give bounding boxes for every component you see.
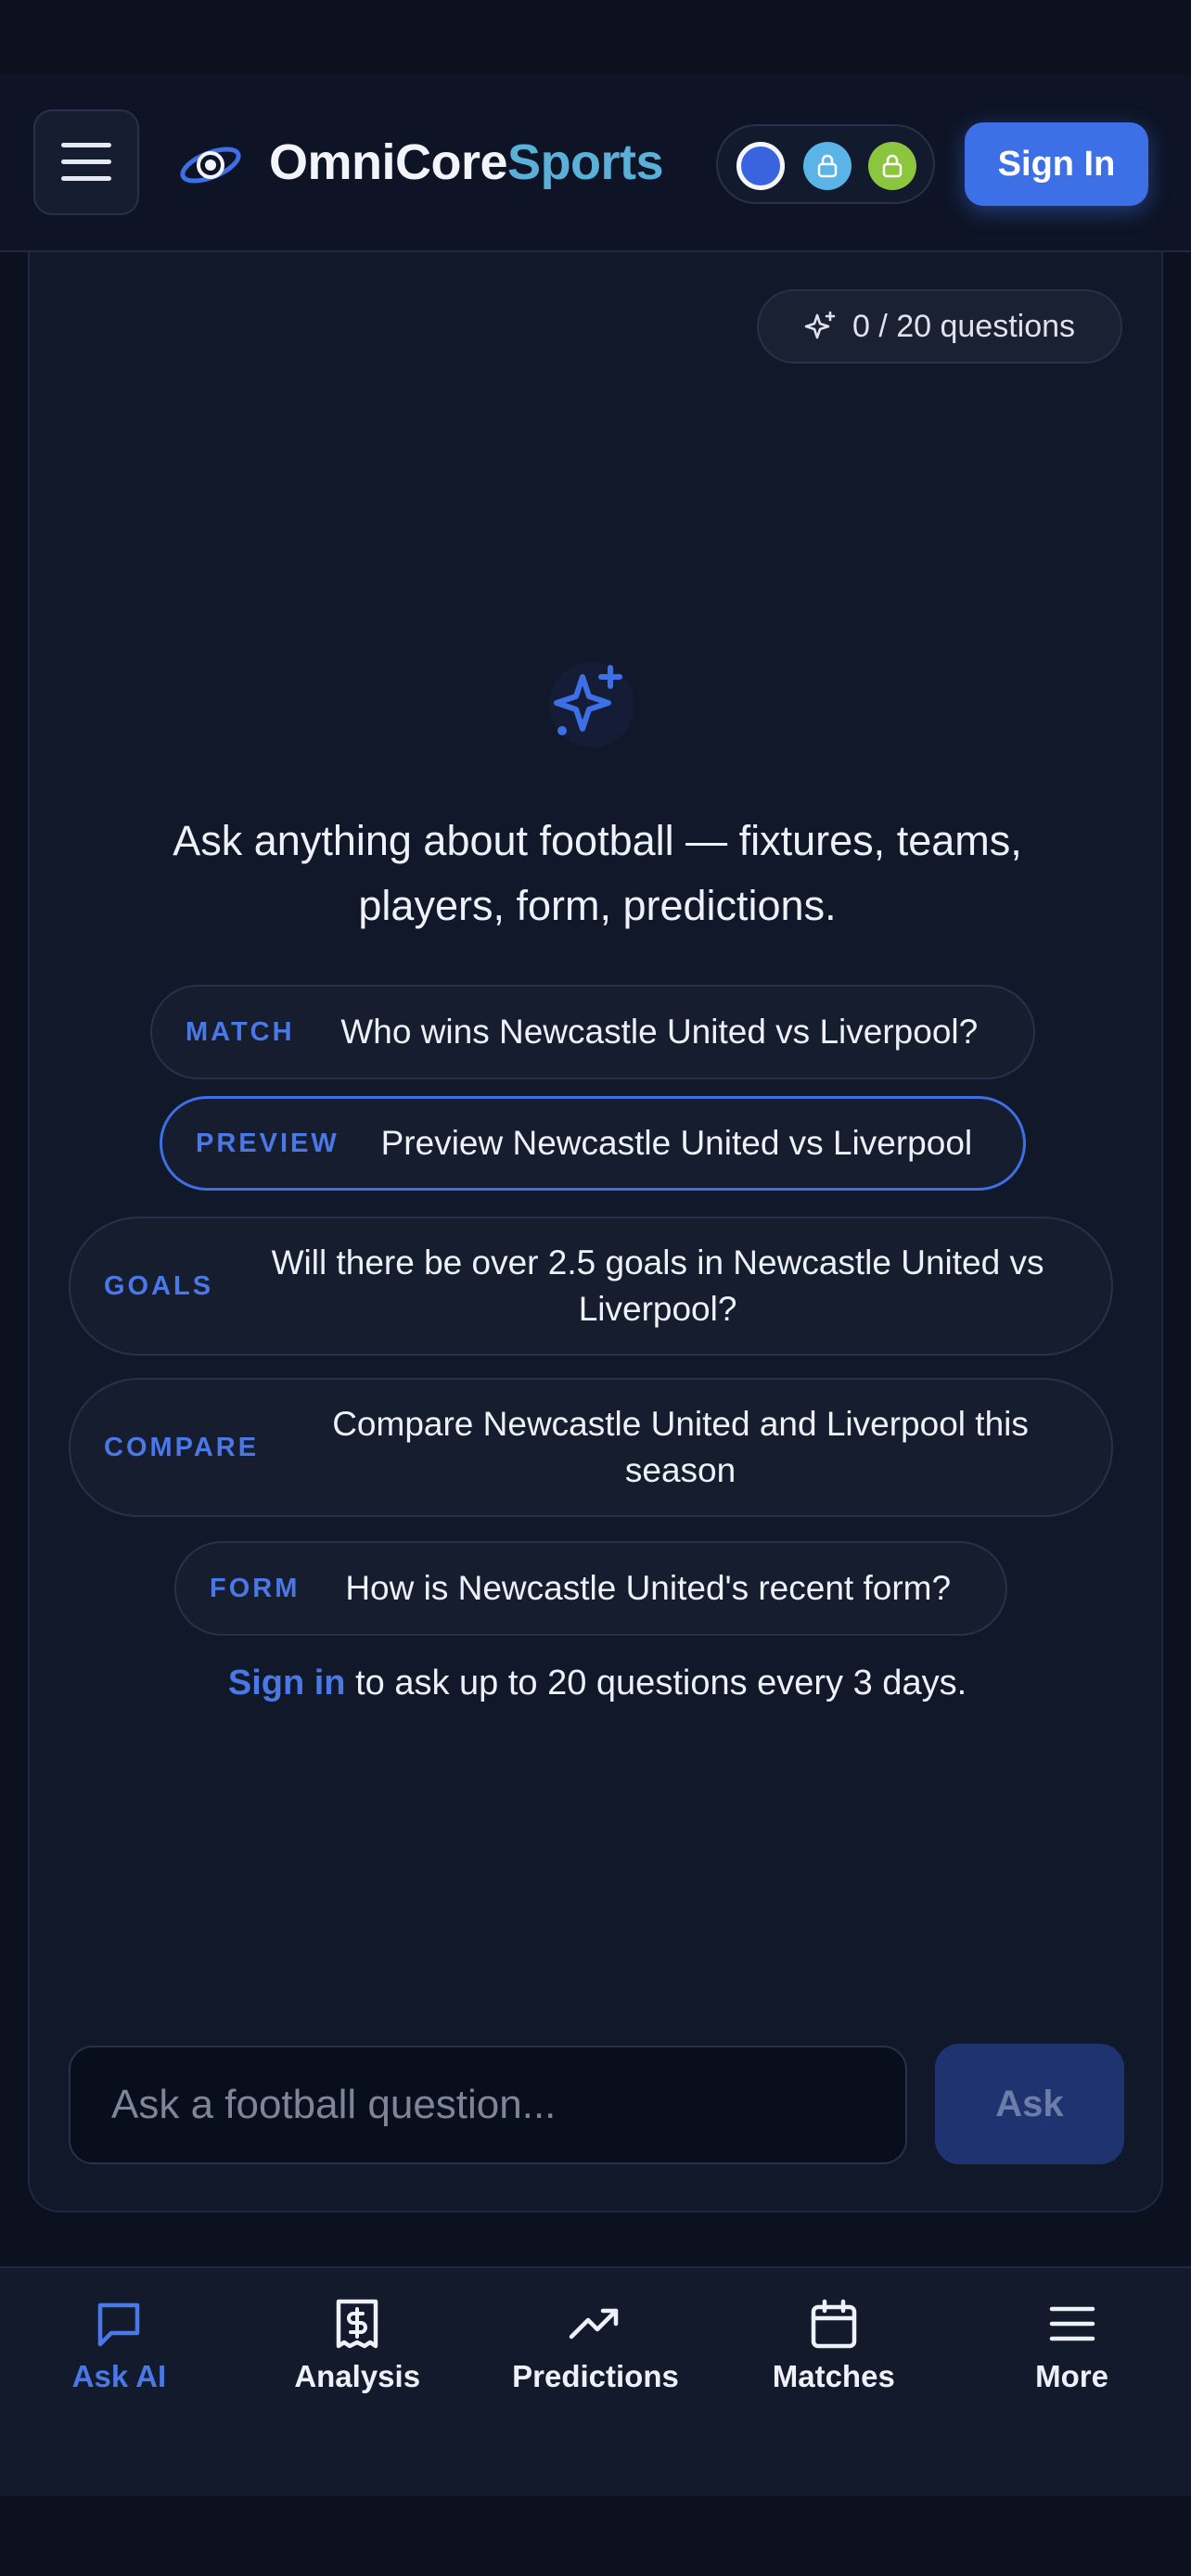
lock-icon: [882, 154, 903, 178]
theme-swatch-sky-locked[interactable]: [803, 142, 852, 190]
quota-label: 0 / 20 questions: [852, 308, 1076, 344]
chip-text: Compare Newcastle United and Liverpool t…: [332, 1405, 1029, 1489]
sign-in-link[interactable]: Sign in: [228, 1664, 346, 1702]
theme-switcher: [716, 124, 935, 204]
question-quota-badge: 0 / 20 questions: [757, 289, 1122, 363]
logo-orbit-icon: [180, 147, 241, 184]
menu-button[interactable]: [33, 109, 139, 215]
intro-prompt: Ask anything about football — fixtures, …: [173, 817, 1022, 929]
sparkle-icon: [804, 311, 836, 339]
chip-text: Will there be over 2.5 goals in Newcastl…: [271, 1243, 1044, 1328]
theme-swatch-blue[interactable]: [736, 142, 785, 190]
brand-name-primary: OmniCore: [269, 134, 508, 190]
suggestion-chip-form[interactable]: FORM How is Newcastle United's recent fo…: [174, 1541, 1007, 1636]
lock-icon: [817, 154, 838, 178]
suggestion-chip-goals[interactable]: GOALS Will there be over 2.5 goals in Ne…: [69, 1217, 1113, 1356]
nav-label: Ask AI: [71, 2359, 167, 2393]
bottom-navigation: Ask AI Analysis Predictions Matches More: [0, 2266, 1191, 2496]
brand-title[interactable]: OmniCoreSports: [269, 134, 664, 191]
nav-label: Analysis: [294, 2359, 421, 2393]
chip-tag: GOALS: [104, 1270, 214, 1301]
trend-up-icon: [569, 2308, 619, 2340]
nav-item-matches[interactable]: Matches: [714, 2268, 953, 2496]
menu-icon: [1049, 2306, 1095, 2341]
chip-tag: PREVIEW: [196, 1128, 339, 1158]
chat-icon: [98, 2302, 140, 2347]
sign-in-note: Sign in to ask up to 20 questions every …: [30, 1664, 1165, 1703]
chip-tag: COMPARE: [104, 1432, 260, 1462]
hamburger-icon: [61, 143, 111, 181]
ask-button[interactable]: Ask: [935, 2044, 1124, 2164]
chip-tag: MATCH: [186, 1016, 295, 1047]
nav-item-analysis[interactable]: Analysis: [238, 2268, 477, 2496]
chat-panel: 0 / 20 questions Ask anything about foot…: [28, 252, 1163, 2213]
chip-text: Preview Newcastle United vs Liverpool: [380, 1124, 973, 1162]
nav-label: Matches: [772, 2359, 895, 2393]
chip-text: Who wins Newcastle United vs Liverpool?: [340, 1013, 979, 1051]
nav-label: Predictions: [512, 2359, 679, 2393]
ai-sparkle-icon: [549, 662, 634, 747]
nav-item-more[interactable]: More: [953, 2268, 1191, 2496]
sign-in-button[interactable]: Sign In: [965, 122, 1148, 206]
nav-item-predictions[interactable]: Predictions: [477, 2268, 715, 2496]
suggestion-chip-compare[interactable]: COMPARE Compare Newcastle United and Liv…: [69, 1378, 1113, 1517]
receipt-dollar-icon: [336, 2299, 378, 2349]
nav-item-ask-ai[interactable]: Ask AI: [0, 2268, 238, 2496]
theme-swatch-green-locked[interactable]: [868, 142, 916, 190]
question-input[interactable]: [69, 2046, 907, 2164]
brand-name-secondary: Sports: [507, 134, 664, 190]
chip-text: How is Newcastle United's recent form?: [345, 1569, 952, 1607]
suggestion-chip-match[interactable]: MATCH Who wins Newcastle United vs Liver…: [150, 985, 1035, 1079]
chip-tag: FORM: [210, 1573, 301, 1603]
suggestion-chip-preview[interactable]: PREVIEW Preview Newcastle United vs Live…: [160, 1096, 1026, 1191]
sign-in-note-text: to ask up to 20 questions every 3 days.: [345, 1664, 967, 1702]
calendar-icon: [811, 2299, 857, 2349]
nav-label: More: [1035, 2359, 1108, 2393]
